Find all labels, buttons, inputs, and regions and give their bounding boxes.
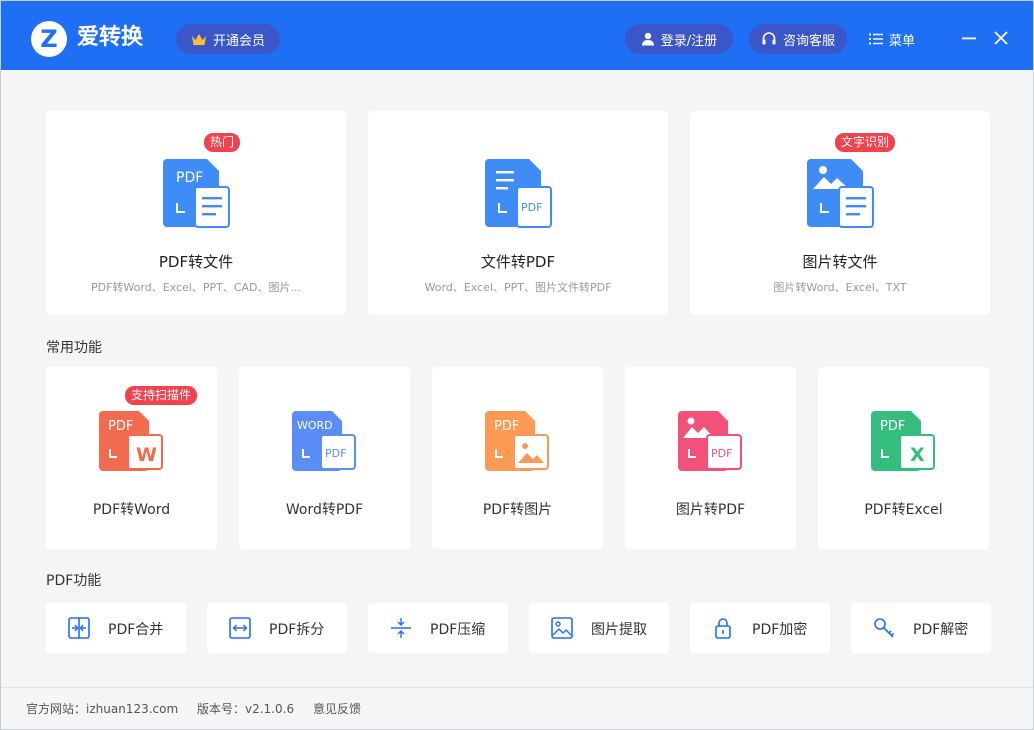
app-window: Z 爱转换 开通会员 登录/注册 咨询客服 菜单 热门 PDF PDF转文件 P… bbox=[0, 0, 1034, 730]
list-menu-icon bbox=[869, 33, 883, 45]
ocr-badge: 文字识别 bbox=[835, 133, 896, 152]
tool-label: PDF合并 bbox=[108, 622, 164, 638]
card-subtitle: PDF转Word、Excel、PPT、CAD、图片... bbox=[91, 281, 301, 294]
logo-letter: Z bbox=[40, 25, 58, 53]
image-extract-button[interactable]: 图片提取 bbox=[529, 603, 669, 653]
file-to-pdf-card[interactable]: PDF 文件转PDF Word、Excel、PPT、图片文件转PDF bbox=[368, 111, 668, 315]
login-label: 登录/注册 bbox=[660, 33, 718, 49]
pdf-encrypt-button[interactable]: PDF加密 bbox=[690, 603, 830, 653]
card-title: PDF转文件 bbox=[158, 253, 234, 271]
svg-text:PDF: PDF bbox=[711, 447, 732, 460]
svg-text:X: X bbox=[910, 444, 925, 466]
pdf-to-word-card[interactable]: 支持扫描件 PDF W PDF转Word bbox=[46, 367, 217, 549]
image-to-pdf-card[interactable]: PDF 图片转PDF bbox=[625, 367, 796, 549]
customer-service-button[interactable]: 咨询客服 bbox=[749, 24, 847, 54]
pdf-merge-button[interactable]: PDF合并 bbox=[46, 603, 186, 653]
pdf-to-excel-card[interactable]: PDF X PDF转Excel bbox=[818, 367, 989, 549]
svg-text:W: W bbox=[136, 444, 157, 466]
merge-icon bbox=[68, 617, 90, 639]
pdf-decrypt-button[interactable]: PDF解密 bbox=[851, 603, 991, 653]
tool-label: 图片提取 bbox=[591, 622, 647, 638]
vip-label: 开通会员 bbox=[212, 33, 265, 49]
lock-icon bbox=[715, 618, 731, 639]
card-title: Word转PDF bbox=[285, 502, 364, 518]
vip-button[interactable]: 开通会员 bbox=[176, 24, 280, 54]
hot-badge: 热门 bbox=[204, 133, 241, 152]
feedback-link[interactable]: 意见反馈 bbox=[313, 700, 361, 717]
svg-text:WORD: WORD bbox=[297, 419, 333, 432]
pdf-to-excel-icon: PDF X bbox=[871, 411, 935, 471]
svg-text:PDF: PDF bbox=[880, 419, 905, 434]
svg-text:PDF: PDF bbox=[108, 419, 133, 434]
minimize-button[interactable] bbox=[957, 26, 981, 50]
menu-button[interactable]: 菜单 bbox=[869, 24, 929, 54]
pdf-to-image-icon: PDF bbox=[485, 411, 549, 471]
pdf-to-file-icon: PDF bbox=[163, 159, 230, 228]
card-subtitle: 图片转Word、Excel、TXT bbox=[773, 281, 907, 294]
word-to-pdf-card[interactable]: WORD PDF Word转PDF bbox=[239, 367, 410, 549]
card-title: 图片转文件 bbox=[802, 253, 878, 271]
minimize-icon bbox=[962, 37, 976, 40]
compress-icon bbox=[391, 618, 411, 638]
pdf-to-word-icon: PDF W bbox=[99, 411, 163, 471]
card-title: PDF转Excel bbox=[864, 502, 943, 518]
card-title: 图片转PDF bbox=[675, 502, 746, 518]
pdf-to-image-card[interactable]: PDF PDF转图片 bbox=[432, 367, 603, 549]
tool-label: PDF解密 bbox=[913, 622, 969, 638]
service-label: 咨询客服 bbox=[782, 33, 835, 49]
common-section-title: 常用功能 bbox=[46, 340, 102, 356]
card-title: PDF转Word bbox=[92, 502, 171, 518]
scan-badge: 支持扫描件 bbox=[125, 386, 198, 405]
key-icon bbox=[874, 618, 895, 638]
tool-label: PDF拆分 bbox=[269, 622, 325, 638]
image-extract-icon bbox=[551, 617, 573, 639]
website-link[interactable]: 官方网站：izhuan123.com bbox=[26, 700, 178, 717]
version-label: 版本号：v2.1.0.6 bbox=[197, 702, 295, 716]
close-button[interactable] bbox=[989, 26, 1013, 50]
image-to-file-icon bbox=[807, 159, 874, 228]
card-subtitle: Word、Excel、PPT、图片文件转PDF bbox=[424, 281, 612, 294]
app-title: 爱转换 bbox=[77, 25, 144, 50]
image-to-file-card[interactable]: 文字识别 图片转文件 图片转Word、Excel、TXT bbox=[690, 111, 990, 315]
image-to-pdf-icon: PDF bbox=[678, 411, 742, 471]
card-title: 文件转PDF bbox=[480, 253, 556, 271]
crown-icon bbox=[191, 33, 206, 45]
pdf-tools-section-title: PDF功能 bbox=[46, 573, 102, 589]
card-title: PDF转图片 bbox=[482, 502, 553, 518]
tool-label: PDF压缩 bbox=[430, 622, 486, 638]
tool-label: PDF加密 bbox=[752, 622, 808, 638]
file-to-pdf-icon: PDF bbox=[485, 159, 552, 228]
title-bar: Z 爱转换 开通会员 登录/注册 咨询客服 菜单 bbox=[1, 1, 1033, 70]
svg-text:PDF: PDF bbox=[494, 419, 519, 434]
pdf-split-button[interactable]: PDF拆分 bbox=[207, 603, 347, 653]
menu-label: 菜单 bbox=[889, 33, 916, 49]
login-button[interactable]: 登录/注册 bbox=[625, 24, 733, 54]
svg-text:PDF: PDF bbox=[325, 447, 346, 460]
svg-text:PDF: PDF bbox=[176, 170, 203, 186]
svg-text:PDF: PDF bbox=[521, 201, 542, 214]
headset-icon bbox=[762, 32, 776, 45]
split-icon bbox=[229, 617, 251, 639]
word-to-pdf-icon: WORD PDF bbox=[292, 411, 356, 471]
close-icon bbox=[994, 31, 1008, 45]
pdf-to-file-card[interactable]: 热门 PDF PDF转文件 PDF转Word、Excel、PPT、CAD、图片.… bbox=[46, 111, 346, 315]
status-footer: 官方网站：izhuan123.com 版本号：v2.1.0.6 意见反馈 bbox=[1, 687, 1033, 729]
pdf-compress-button[interactable]: PDF压缩 bbox=[368, 603, 508, 653]
app-logo: Z bbox=[31, 21, 67, 57]
user-icon bbox=[641, 32, 654, 46]
